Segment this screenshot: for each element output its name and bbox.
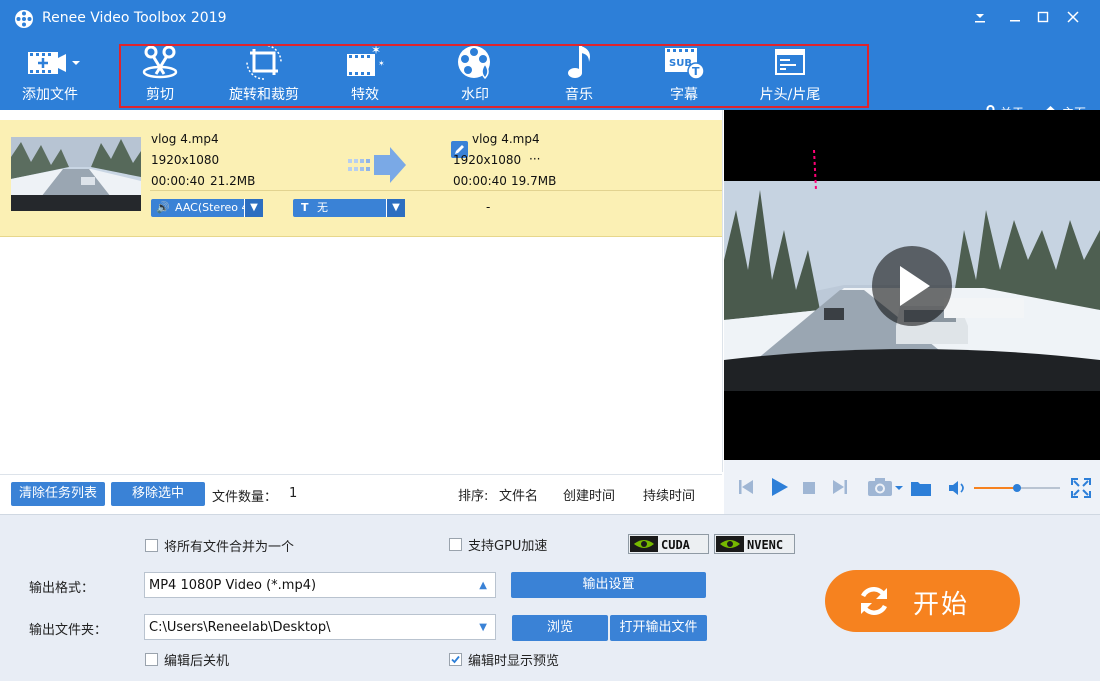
open-output-folder-button[interactable]: 打开输出文件: [610, 615, 707, 641]
list-action-bar: 清除任务列表 移除选中 文件数量： 1 排序: 文件名 创建时间 持续时间: [0, 474, 722, 515]
clear-task-list-button[interactable]: 清除任务列表: [11, 482, 105, 506]
player-controls: [724, 460, 1100, 514]
file-list: vlog 4.mp4 1920x1080 00:00:40 21.2MB vlo…: [0, 110, 723, 472]
merge-files-checkbox[interactable]: [145, 539, 158, 552]
file-count-value: 1: [289, 486, 298, 501]
play-icon[interactable]: [769, 477, 789, 497]
minimize-icon[interactable]: [1002, 6, 1028, 32]
start-button[interactable]: 开始: [825, 570, 1020, 632]
output-folder-label: 输出文件夹：: [29, 623, 108, 638]
skip-previous-icon[interactable]: [738, 479, 754, 495]
sort-by-filename[interactable]: 文件名: [499, 485, 538, 504]
maximize-icon[interactable]: [1030, 6, 1056, 32]
source-duration: 00:00:40: [151, 174, 205, 188]
title-bar: Renee Video Toolbox 2019: [0, 0, 1100, 38]
file-count-label: 文件数量：: [212, 490, 278, 505]
video-preview[interactable]: [724, 110, 1100, 460]
checkmark-icon: [451, 655, 460, 664]
output-extra-value: -: [486, 200, 491, 214]
text-t-icon: T: [301, 201, 309, 214]
file-row[interactable]: vlog 4.mp4 1920x1080 00:00:40 21.2MB vlo…: [0, 120, 722, 237]
output-format-value: MP4 1080P Video (*.mp4): [149, 578, 317, 593]
sort-by-duration[interactable]: 持续时间: [643, 485, 695, 504]
source-size: 21.2MB: [210, 174, 256, 188]
folder-icon[interactable]: [910, 479, 932, 497]
sort-label: 排序:: [458, 489, 489, 504]
video-thumbnail: [11, 137, 141, 211]
menu-dropdown-icon[interactable]: [967, 6, 993, 32]
refresh-icon: [860, 587, 888, 615]
tools-highlight-box: [119, 44, 869, 108]
volume-slider-handle[interactable]: [1013, 484, 1021, 492]
output-file-name: vlog 4.mp4: [472, 132, 540, 146]
audio-track-select[interactable]: 🔊 AAC(Stereo 4 ▼: [151, 199, 263, 217]
shutdown-after-checkbox[interactable]: [145, 653, 158, 666]
output-resolution: 1920x1080: [453, 153, 522, 167]
output-format-label: 输出格式：: [29, 581, 95, 596]
subtitle-select[interactable]: T 无 ▼: [293, 199, 405, 217]
output-folder-value: C:\Users\Reneelab\Desktop\: [149, 620, 331, 635]
convert-arrow-icon: [348, 147, 406, 183]
source-resolution: 1920x1080: [151, 153, 220, 167]
output-settings-button[interactable]: 输出设置: [511, 572, 706, 598]
cuda-badge: CUDA: [628, 534, 709, 554]
merge-files-label: 将所有文件合并为一个: [164, 540, 295, 555]
volume-slider-fill: [974, 487, 1017, 489]
output-folder-input[interactable]: C:\Users\Reneelab\Desktop\ ▼: [144, 614, 496, 640]
nvenc-label: NVENC: [747, 538, 784, 552]
source-file-name: vlog 4.mp4: [151, 132, 219, 146]
row-divider: [150, 190, 722, 191]
film-reel-logo-icon: [15, 10, 33, 28]
fullscreen-icon[interactable]: [1071, 478, 1091, 498]
snapshot-camera-icon[interactable]: [867, 477, 905, 497]
add-file-button[interactable]: 添加文件: [14, 44, 86, 106]
preview-frame: [724, 149, 1100, 391]
nvenc-badge: NVENC: [714, 534, 795, 554]
output-duration: 00:00:40: [453, 174, 507, 188]
add-file-label: 添加文件: [22, 87, 78, 103]
stop-icon[interactable]: [803, 482, 815, 494]
start-label: 开始: [913, 590, 970, 620]
nvidia-eye-icon: [630, 536, 658, 552]
sort-by-created[interactable]: 创建时间: [563, 485, 615, 504]
chevron-down-icon: ▼: [244, 199, 263, 217]
close-icon[interactable]: [1060, 6, 1086, 32]
chevron-down-icon: ▼: [386, 199, 405, 217]
output-format-select[interactable]: MP4 1080P Video (*.mp4) ▲: [144, 572, 496, 598]
cuda-label: CUDA: [661, 538, 690, 552]
gpu-accel-label: 支持GPU加速: [468, 539, 548, 554]
volume-icon[interactable]: [948, 480, 968, 496]
window-title: Renee Video Toolbox 2019: [42, 10, 227, 26]
gpu-accel-checkbox[interactable]: [449, 538, 462, 551]
app-window: Renee Video Toolbox 2019 添加文件 剪切 旋转和裁剪 ✶…: [0, 0, 1100, 681]
add-video-icon: [28, 52, 80, 74]
chevron-up-icon: ▲: [479, 580, 487, 591]
output-size: 19.7MB: [511, 174, 557, 188]
remove-selected-button[interactable]: 移除选中: [111, 482, 205, 506]
audio-track-value: AAC(Stereo 4: [175, 201, 249, 214]
show-preview-label: 编辑时显示预览: [468, 654, 560, 669]
show-preview-checkbox[interactable]: [449, 653, 462, 666]
browse-button[interactable]: 浏览: [512, 615, 608, 641]
nvidia-eye-icon: [716, 536, 744, 552]
subtitle-value: 无: [317, 201, 328, 214]
volume-slider[interactable]: [974, 484, 1060, 492]
shutdown-after-label: 编辑后关机: [164, 654, 230, 669]
skip-next-icon[interactable]: [832, 479, 848, 495]
speaker-icon: 🔊: [156, 201, 170, 214]
chevron-down-icon: ▼: [479, 622, 487, 633]
more-options-icon[interactable]: ···: [529, 152, 540, 166]
